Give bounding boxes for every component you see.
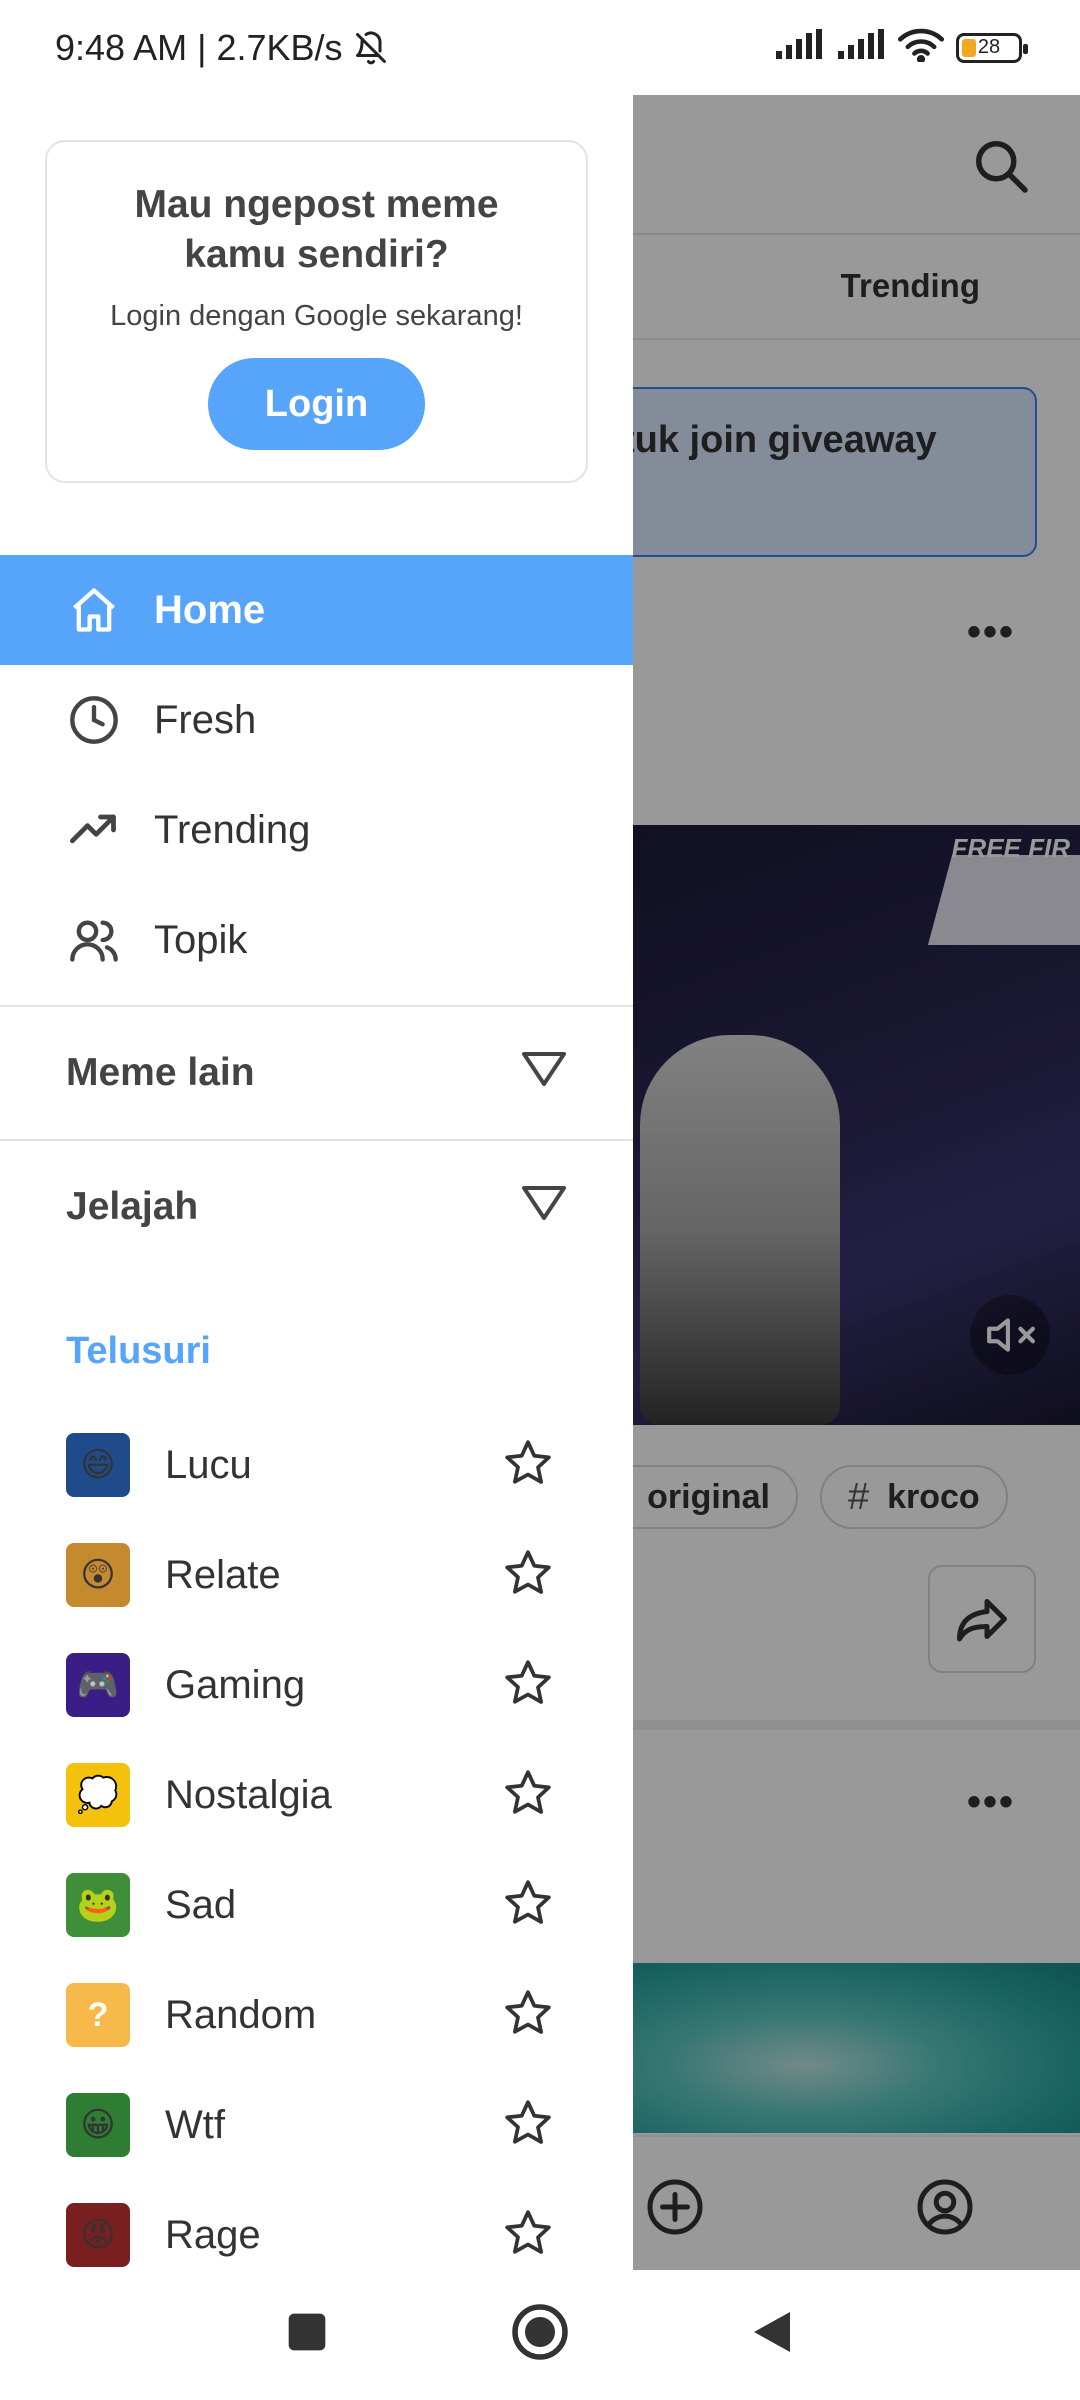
- section-label: Jelajah: [66, 1185, 199, 1228]
- category-item-relate[interactable]: 😲 Relate: [0, 1520, 633, 1630]
- sad-thumb: 🐸: [66, 1873, 130, 1937]
- status-right: 28: [774, 28, 1028, 67]
- category-item-wtf[interactable]: 😀 Wtf: [0, 2070, 633, 2180]
- category-label: Gaming: [165, 1662, 306, 1707]
- login-button[interactable]: Login: [208, 358, 425, 450]
- chevron-down-icon: [520, 1182, 568, 1232]
- gaming-thumb: 🎮: [66, 1653, 130, 1717]
- category-label: Relate: [165, 1552, 281, 1597]
- explore-title: Telusuri: [66, 1330, 211, 1372]
- star-icon[interactable]: [503, 1878, 553, 1933]
- category-label: Lucu: [165, 1442, 252, 1487]
- star-icon[interactable]: [503, 1438, 553, 1493]
- section-label: Meme lain: [66, 1051, 255, 1094]
- star-icon[interactable]: [503, 1548, 553, 1603]
- category-item-random[interactable]: ? Random: [0, 1960, 633, 2070]
- battery-level: 28: [977, 36, 1001, 58]
- category-item-sad[interactable]: 🐸 Sad: [0, 1850, 633, 1960]
- clock-icon: [66, 692, 122, 748]
- recents-button[interactable]: [285, 2310, 329, 2359]
- home-button[interactable]: [510, 2302, 570, 2367]
- random-thumb: ?: [66, 1983, 130, 2047]
- menu-item-label: Trending: [154, 807, 311, 852]
- category-label: Wtf: [165, 2102, 225, 2147]
- battery-icon: 28: [956, 32, 1028, 63]
- drawer-menu: Home Fresh Trending Topik Meme lain Jela…: [0, 555, 633, 1273]
- menu-item-label: Topik: [154, 917, 248, 962]
- menu-item-fresh[interactable]: Fresh: [0, 665, 633, 775]
- category-label: Rage: [165, 2212, 261, 2257]
- home-icon: [66, 582, 122, 638]
- star-icon[interactable]: [503, 1768, 553, 1823]
- back-button[interactable]: [750, 2308, 794, 2361]
- trending-up-icon: [66, 802, 122, 858]
- category-label: Sad: [165, 1882, 237, 1927]
- login-card: Mau ngepost meme kamu sendiri? Login den…: [45, 140, 588, 483]
- category-list: 😄 Lucu 😲 Relate 🎮 Gaming 💭 Nostalgia 🐸 S…: [0, 1410, 633, 2270]
- star-icon[interactable]: [503, 2098, 553, 2153]
- menu-item-label: Fresh: [154, 697, 257, 742]
- rage-thumb: 😡: [66, 2203, 130, 2267]
- category-item-rage[interactable]: 😡 Rage: [0, 2180, 633, 2270]
- star-icon[interactable]: [503, 1988, 553, 2043]
- lucu-thumb: 😄: [66, 1433, 130, 1497]
- login-title: Mau ngepost meme kamu sendiri?: [134, 183, 499, 276]
- category-label: Nostalgia: [165, 1772, 332, 1817]
- star-icon[interactable]: [503, 2208, 553, 2263]
- menu-item-topik[interactable]: Topik: [0, 885, 633, 995]
- signal-icon: [774, 29, 824, 66]
- status-left: 9:48 AM | 2.7KB/s: [55, 27, 389, 69]
- wifi-icon: [897, 28, 945, 67]
- section-jelajah[interactable]: Jelajah: [0, 1141, 633, 1273]
- nostalgia-thumb: 💭: [66, 1763, 130, 1827]
- navigation-drawer: Mau ngepost meme kamu sendiri? Login den…: [0, 95, 633, 2270]
- category-item-lucu[interactable]: 😄 Lucu: [0, 1410, 633, 1520]
- category-item-nostalgia[interactable]: 💭 Nostalgia: [0, 1740, 633, 1850]
- status-time: 9:48 AM | 2.7KB/s: [55, 26, 343, 68]
- system-nav-bar: [0, 2270, 1080, 2400]
- relate-thumb: 😲: [66, 1543, 130, 1607]
- chevron-down-icon: [520, 1048, 568, 1098]
- wtf-thumb: 😀: [66, 2093, 130, 2157]
- signal-icon: [836, 29, 886, 66]
- menu-item-home[interactable]: Home: [0, 555, 633, 665]
- status-bar: 9:48 AM | 2.7KB/s 28: [0, 0, 1080, 95]
- users-icon: [66, 912, 122, 968]
- bell-off-icon: [353, 30, 389, 66]
- star-icon[interactable]: [503, 1658, 553, 1713]
- category-label: Random: [165, 1992, 317, 2037]
- menu-item-trending[interactable]: Trending: [0, 775, 633, 885]
- menu-item-label: Home: [154, 587, 266, 632]
- login-subtitle: Login dengan Google sekarang!: [110, 300, 523, 332]
- section-meme-lain[interactable]: Meme lain: [0, 1007, 633, 1139]
- category-item-gaming[interactable]: 🎮 Gaming: [0, 1630, 633, 1740]
